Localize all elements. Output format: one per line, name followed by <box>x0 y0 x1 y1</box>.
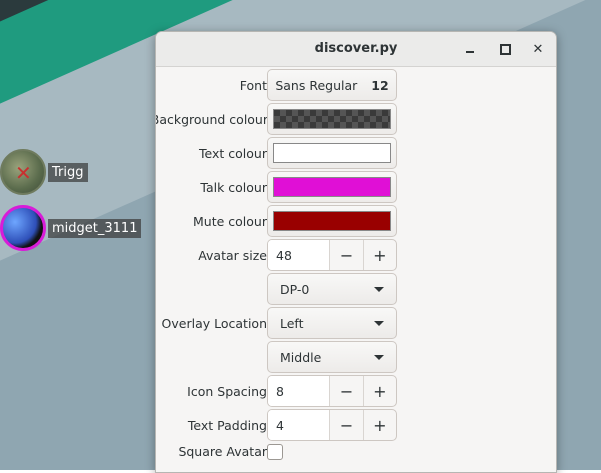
square-avatar-label: Square Avatar <box>178 444 267 459</box>
text-padding-decrease-button[interactable]: − <box>329 410 362 440</box>
avatar <box>0 205 46 251</box>
overlay-user-trigg: ✕ Trigg <box>0 149 88 195</box>
overlay-user-name: Trigg <box>48 162 88 182</box>
icon-spacing-increase-button[interactable]: + <box>362 376 396 406</box>
text-padding-input[interactable]: 4 <box>268 410 330 440</box>
maximize-button[interactable] <box>493 37 517 61</box>
talk-colour-swatch <box>273 177 391 197</box>
overlay-monitor-dropdown[interactable]: DP-0 <box>267 273 397 305</box>
chevron-down-icon <box>374 354 384 360</box>
overlay-horizontal-value: Left <box>280 315 304 331</box>
maximize-icon <box>499 43 511 55</box>
close-button[interactable]: ✕ <box>526 37 550 61</box>
background-colour-label: Background colour <box>155 112 268 127</box>
icon-spacing-label: Icon Spacing <box>187 384 267 399</box>
chevron-down-icon <box>374 286 384 292</box>
text-padding-increase-button[interactable]: + <box>362 410 396 440</box>
text-colour-swatch <box>273 143 391 163</box>
title-bar[interactable]: discover.py ✕ <box>156 32 556 67</box>
text-padding-spinner: 4 − + <box>267 409 397 441</box>
overlay-horizontal-dropdown[interactable]: Left <box>267 307 397 339</box>
square-avatar-checkbox[interactable] <box>267 444 283 460</box>
talk-colour-label: Talk colour <box>200 180 267 195</box>
text-padding-label: Text Padding <box>187 418 267 433</box>
settings-window: discover.py ✕ Font Sans Regular 12 Backg… <box>155 31 557 473</box>
text-colour-button[interactable] <box>267 137 397 169</box>
font-label: Font <box>239 78 267 93</box>
muted-icon: ✕ <box>15 161 32 185</box>
avatar: ✕ <box>0 149 46 195</box>
font-size: 12 <box>371 77 389 93</box>
overlay-monitor-value: DP-0 <box>280 281 310 297</box>
text-colour-label: Text colour <box>199 146 267 161</box>
avatar-size-input[interactable]: 48 <box>268 240 330 270</box>
overlay-vertical-dropdown[interactable]: Middle <box>267 341 397 373</box>
chevron-down-icon <box>374 320 384 326</box>
mute-colour-label: Mute colour <box>193 214 267 229</box>
minimize-icon <box>466 51 474 53</box>
icon-spacing-input[interactable]: 8 <box>268 376 330 406</box>
icon-spacing-decrease-button[interactable]: − <box>329 376 362 406</box>
overlay-vertical-value: Middle <box>280 349 322 365</box>
mute-colour-button[interactable] <box>267 205 397 237</box>
icon-spacing-spinner: 8 − + <box>267 375 397 407</box>
background-colour-swatch <box>273 109 391 129</box>
avatar-size-label: Avatar size <box>198 248 267 263</box>
avatar-size-increase-button[interactable]: + <box>362 240 396 270</box>
background-colour-button[interactable] <box>267 103 397 135</box>
overlay-user-midget: midget_3111 <box>0 205 142 251</box>
avatar-size-decrease-button[interactable]: − <box>329 240 362 270</box>
overlay-location-label: Overlay Location <box>161 316 267 331</box>
font-family: Sans Regular <box>275 77 358 93</box>
font-button[interactable]: Sans Regular 12 <box>267 69 397 101</box>
mute-colour-swatch <box>273 211 391 231</box>
talk-colour-button[interactable] <box>267 171 397 203</box>
avatar-size-spinner: 48 − + <box>267 239 397 271</box>
overlay-user-name: midget_3111 <box>48 218 142 238</box>
close-icon: ✕ <box>532 41 544 57</box>
minimize-button[interactable] <box>458 37 482 61</box>
